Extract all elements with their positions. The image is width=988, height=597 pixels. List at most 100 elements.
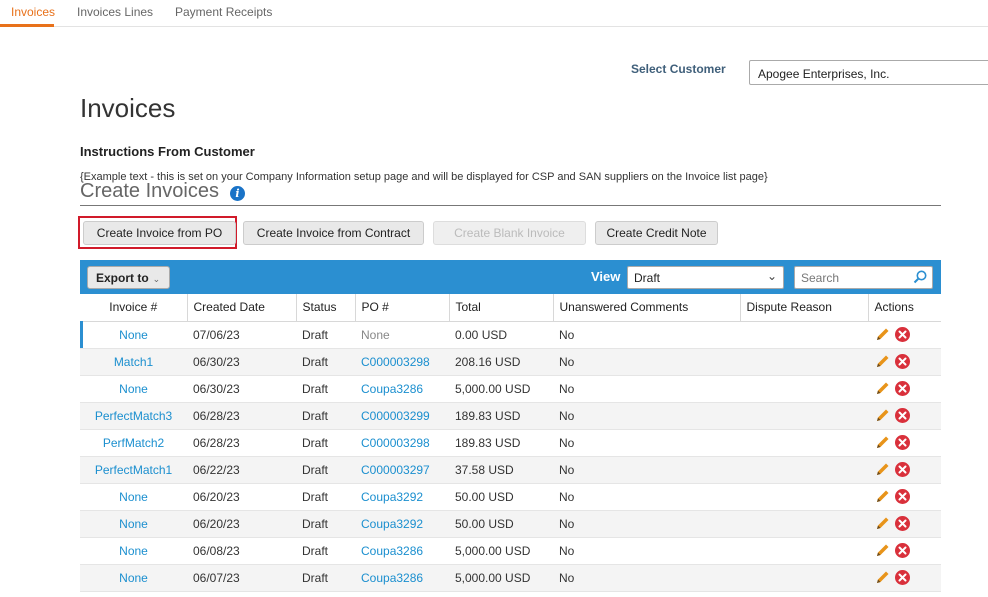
po-number[interactable]: C000003298	[355, 429, 449, 457]
invoice-number-link[interactable]: None	[80, 537, 187, 565]
invoice-number-link[interactable]: None	[80, 321, 187, 349]
create-credit-note-button[interactable]: Create Credit Note	[595, 221, 718, 245]
table-row: None 06/07/23 Draft Coupa3286 5,000.00 U…	[80, 564, 941, 592]
status-text: Draft	[296, 483, 355, 511]
delete-icon[interactable]	[894, 488, 911, 505]
status-text: Draft	[296, 375, 355, 403]
row-actions	[868, 429, 941, 457]
invoice-number-link[interactable]: None	[80, 375, 187, 403]
create-invoice-from-po-button[interactable]: Create Invoice from PO	[83, 221, 236, 245]
edit-pencil-icon[interactable]	[874, 326, 891, 343]
dispute-reason	[740, 429, 868, 457]
edit-pencil-icon[interactable]	[874, 407, 891, 424]
dispute-reason	[740, 510, 868, 538]
info-icon[interactable]: i	[230, 186, 245, 201]
edit-pencil-icon[interactable]	[874, 488, 891, 505]
po-number[interactable]: Coupa3286	[355, 564, 449, 592]
column-header[interactable]: Total	[449, 294, 554, 322]
edit-pencil-icon[interactable]	[874, 380, 891, 397]
po-number[interactable]: Coupa3286	[355, 537, 449, 565]
created-date: 06/22/23	[187, 456, 296, 484]
row-actions	[868, 510, 941, 538]
table-row: None 06/08/23 Draft Coupa3286 5,000.00 U…	[80, 537, 941, 565]
status-text: Draft	[296, 321, 355, 349]
status-text: Draft	[296, 564, 355, 592]
column-header[interactable]: Dispute Reason	[740, 294, 869, 322]
search-input[interactable]: Search	[794, 266, 933, 289]
dispute-reason	[740, 456, 868, 484]
invoice-number-link[interactable]: PerfectMatch3	[80, 402, 187, 430]
invoice-number-link[interactable]: PerfMatch2	[80, 429, 187, 457]
invoice-number-link[interactable]: Match1	[80, 348, 187, 376]
delete-icon[interactable]	[894, 542, 911, 559]
table-row: None 06/30/23 Draft Coupa3286 5,000.00 U…	[80, 375, 941, 403]
table-row: PerfectMatch1 06/22/23 Draft C000003297 …	[80, 456, 941, 484]
column-header[interactable]: Created Date	[187, 294, 297, 322]
invoice-number-link[interactable]: PerfectMatch1	[80, 456, 187, 484]
column-header[interactable]: Unanswered Comments	[553, 294, 741, 322]
created-date: 06/08/23	[187, 537, 296, 565]
chevron-down-icon: ⌄	[766, 269, 777, 283]
tab-payment-receipts[interactable]: Payment Receipts	[175, 5, 272, 19]
delete-icon[interactable]	[894, 380, 911, 397]
tab-invoices[interactable]: Invoices	[11, 5, 55, 19]
created-date: 06/30/23	[187, 375, 296, 403]
total-amount: 37.58 USD	[449, 456, 553, 484]
row-actions	[868, 375, 941, 403]
delete-icon[interactable]	[894, 434, 911, 451]
delete-icon[interactable]	[894, 353, 911, 370]
column-header[interactable]: Actions	[868, 294, 941, 322]
active-tab-indicator	[0, 24, 54, 27]
delete-icon[interactable]	[894, 569, 911, 586]
dispute-reason	[740, 402, 868, 430]
column-header[interactable]: Invoice #	[80, 294, 188, 322]
edit-pencil-icon[interactable]	[874, 353, 891, 370]
created-date: 07/06/23	[187, 321, 296, 349]
delete-icon[interactable]	[894, 407, 911, 424]
po-number[interactable]: None	[355, 321, 449, 349]
search-placeholder: Search	[801, 271, 840, 285]
column-header[interactable]: PO #	[355, 294, 450, 322]
delete-icon[interactable]	[894, 515, 911, 532]
delete-icon[interactable]	[894, 461, 911, 478]
po-number[interactable]: Coupa3292	[355, 483, 449, 511]
customer-select[interactable]: Apogee Enterprises, Inc.	[749, 60, 988, 85]
po-number[interactable]: C000003297	[355, 456, 449, 484]
export-to-label: Export to	[96, 271, 149, 285]
tab-invoices-lines[interactable]: Invoices Lines	[77, 5, 153, 19]
edit-pencil-icon[interactable]	[874, 542, 891, 559]
edit-pencil-icon[interactable]	[874, 515, 891, 532]
po-number[interactable]: C000003299	[355, 402, 449, 430]
invoice-number-link[interactable]: None	[80, 483, 187, 511]
table-header-row: Invoice # Created Date Status PO # Total…	[80, 294, 941, 322]
edit-pencil-icon[interactable]	[874, 569, 891, 586]
create-invoice-from-contract-button[interactable]: Create Invoice from Contract	[243, 221, 424, 245]
table-row: None 06/20/23 Draft Coupa3292 50.00 USD …	[80, 510, 941, 538]
export-to-button[interactable]: Export to ⌄	[87, 266, 170, 289]
search-icon[interactable]	[912, 269, 928, 285]
total-amount: 50.00 USD	[449, 510, 553, 538]
delete-icon[interactable]	[894, 326, 911, 343]
view-label: View	[591, 269, 621, 284]
select-customer-label: Select Customer	[631, 62, 726, 76]
invoice-number-link[interactable]: None	[80, 510, 187, 538]
row-actions	[868, 321, 941, 349]
unanswered-comments: No	[553, 321, 740, 349]
po-number[interactable]: C000003298	[355, 348, 449, 376]
section-divider	[80, 205, 941, 206]
view-select[interactable]: Draft ⌄	[627, 266, 784, 289]
unanswered-comments: No	[553, 429, 740, 457]
created-date: 06/07/23	[187, 564, 296, 592]
po-number[interactable]: Coupa3286	[355, 375, 449, 403]
edit-pencil-icon[interactable]	[874, 461, 891, 478]
page-title: Invoices	[80, 93, 176, 123]
table-toolbar: Export to ⌄ View Draft ⌄ Search	[80, 260, 941, 294]
row-actions	[868, 483, 941, 511]
invoice-number-link[interactable]: None	[80, 564, 187, 592]
created-date: 06/20/23	[187, 510, 296, 538]
total-amount: 208.16 USD	[449, 348, 553, 376]
edit-pencil-icon[interactable]	[874, 434, 891, 451]
column-header[interactable]: Status	[296, 294, 356, 322]
po-number[interactable]: Coupa3292	[355, 510, 449, 538]
view-select-value: Draft	[634, 271, 661, 285]
